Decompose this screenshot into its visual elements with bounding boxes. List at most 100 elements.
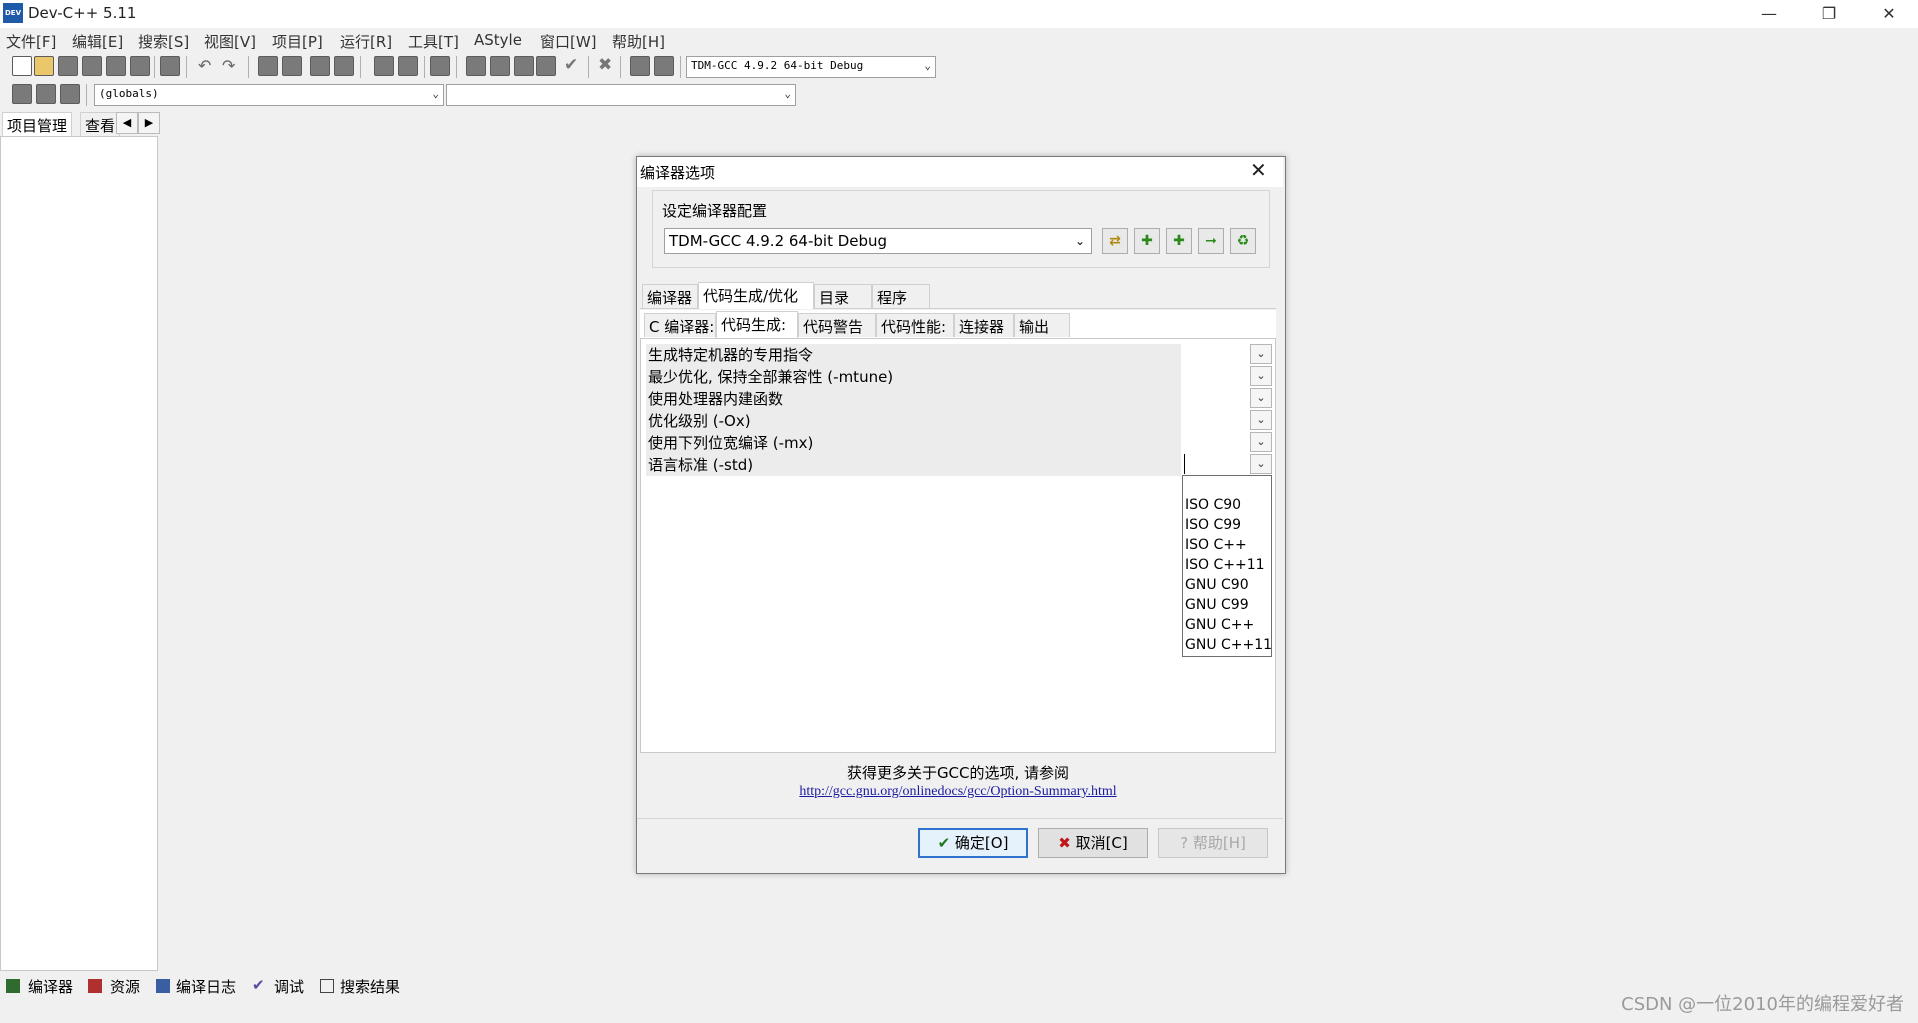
subtab-output[interactable]: 输出 bbox=[1014, 313, 1070, 337]
dialog-footer-divider bbox=[637, 818, 1283, 819]
option-dropdown-button[interactable]: ⌄ bbox=[1250, 432, 1272, 452]
minimize-button[interactable]: — bbox=[1746, 2, 1792, 26]
profile-icon[interactable] bbox=[654, 56, 674, 76]
tab-debug[interactable]: 调试 bbox=[274, 976, 304, 997]
compiler-config-value: TDM-GCC 4.9.2 64-bit Debug bbox=[669, 232, 888, 250]
scope-select[interactable]: (globals) ⌄ bbox=[94, 84, 444, 106]
dropdown-option[interactable]: GNU C++11 bbox=[1185, 637, 1272, 653]
option-label: 语言标准 (-std) bbox=[646, 454, 1181, 476]
dropdown-option[interactable]: GNU C++ bbox=[1185, 617, 1254, 633]
new-file-icon[interactable] bbox=[12, 56, 32, 76]
tab-compile-log[interactable]: 编译日志 bbox=[176, 976, 236, 997]
add-config-from-folder-icon[interactable]: ✚ bbox=[1166, 228, 1192, 254]
scroll-left-icon[interactable]: ◀ bbox=[116, 112, 138, 134]
stop-execution-icon[interactable]: ✖ bbox=[598, 55, 612, 75]
toolbar-separator bbox=[620, 56, 621, 78]
tab-compiler[interactable]: 编译器 bbox=[28, 976, 73, 997]
subtab-code-warnings[interactable]: 代码警告 bbox=[798, 313, 876, 337]
goto-line-icon[interactable] bbox=[430, 56, 450, 76]
redo-icon[interactable]: ↷ bbox=[222, 56, 235, 75]
subtab-code-generation[interactable]: 代码生成: bbox=[716, 311, 798, 338]
menu-view[interactable]: 视图[V] bbox=[204, 31, 256, 52]
menu-search[interactable]: 搜索[S] bbox=[138, 31, 189, 52]
dropdown-option[interactable]: ISO C++ bbox=[1185, 537, 1247, 553]
syntax-check-icon[interactable]: ✔ bbox=[564, 55, 578, 75]
dropdown-option[interactable]: ISO C++11 bbox=[1185, 557, 1265, 573]
tab-search-results[interactable]: 搜索结果 bbox=[340, 976, 400, 997]
insert-icon[interactable] bbox=[12, 84, 32, 104]
open-file-icon[interactable] bbox=[34, 56, 54, 76]
rename-config-icon[interactable]: ⇄ bbox=[1102, 228, 1128, 254]
run-icon[interactable] bbox=[490, 56, 510, 76]
close-file-icon[interactable] bbox=[106, 56, 126, 76]
indent-icon[interactable] bbox=[258, 56, 278, 76]
tab-directories[interactable]: 目录 bbox=[814, 284, 872, 308]
tab-project-manager[interactable]: 项目管理 bbox=[2, 112, 73, 136]
compiler-config-select[interactable]: TDM-GCC 4.9.2 64-bit Debug ⌄ bbox=[664, 228, 1092, 254]
member-select[interactable]: ⌄ bbox=[446, 84, 796, 106]
gcc-info-text: 获得更多关于GCC的选项, 请参阅 bbox=[846, 764, 1070, 782]
find-configs-icon[interactable]: ➞ bbox=[1198, 228, 1224, 254]
menu-tools[interactable]: 工具[T] bbox=[408, 31, 459, 52]
dialog-close-icon[interactable]: ✕ bbox=[1250, 158, 1267, 182]
replace-icon[interactable] bbox=[398, 56, 418, 76]
menu-astyle[interactable]: AStyle bbox=[474, 31, 522, 49]
debug-icon[interactable] bbox=[630, 56, 650, 76]
option-dropdown-button[interactable]: ⌄ bbox=[1250, 410, 1272, 430]
option-label: 最少优化, 保持全部兼容性 (-mtune) bbox=[646, 366, 1181, 388]
uncomment-icon[interactable] bbox=[60, 84, 80, 104]
delete-config-icon[interactable]: ♻ bbox=[1230, 228, 1256, 254]
toggle-bookmark-icon[interactable] bbox=[310, 56, 330, 76]
restore-button[interactable]: ❐ bbox=[1806, 2, 1852, 26]
option-dropdown-button[interactable]: ⌄ bbox=[1250, 366, 1272, 386]
option-dropdown-button[interactable]: ⌄ bbox=[1250, 388, 1272, 408]
cancel-button[interactable]: ✖ 取消[C] bbox=[1038, 828, 1148, 858]
tab-resources[interactable]: 资源 bbox=[110, 976, 140, 997]
save-icon[interactable] bbox=[58, 56, 78, 76]
dropdown-option[interactable]: ISO C90 bbox=[1185, 497, 1241, 513]
find-icon[interactable] bbox=[374, 56, 394, 76]
unindent-icon[interactable] bbox=[282, 56, 302, 76]
compile-log-icon bbox=[156, 979, 170, 993]
menu-run[interactable]: 运行[R] bbox=[340, 31, 392, 52]
tab-codegen-optimize[interactable]: 代码生成/优化 bbox=[698, 282, 814, 309]
toggle-comment-icon[interactable] bbox=[36, 84, 56, 104]
app-icon: DEV bbox=[3, 3, 23, 23]
scroll-right-icon[interactable]: ▶ bbox=[138, 112, 160, 134]
close-all-icon[interactable] bbox=[130, 56, 150, 76]
menu-project[interactable]: 项目[P] bbox=[272, 31, 323, 52]
menu-edit[interactable]: 编辑[E] bbox=[72, 31, 123, 52]
project-tree-panel[interactable] bbox=[0, 136, 158, 971]
gcc-options-link[interactable]: http://gcc.gnu.org/onlinedocs/gcc/Option… bbox=[640, 784, 1276, 800]
ok-button-label: 确定[O] bbox=[954, 834, 1009, 852]
dropdown-option[interactable]: GNU C90 bbox=[1185, 577, 1249, 593]
menu-window[interactable]: 窗口[W] bbox=[540, 31, 597, 52]
undo-icon[interactable]: ↶ bbox=[198, 56, 211, 75]
subtab-code-profiling[interactable]: 代码性能: bbox=[876, 313, 954, 337]
close-window-button[interactable]: ✕ bbox=[1866, 2, 1912, 26]
dropdown-option[interactable]: ISO C99 bbox=[1185, 517, 1241, 533]
resources-icon bbox=[88, 979, 102, 993]
add-empty-config-icon[interactable]: ✚ bbox=[1134, 228, 1160, 254]
option-dropdown-button[interactable]: ⌄ bbox=[1250, 344, 1272, 364]
menu-help[interactable]: 帮助[H] bbox=[612, 31, 665, 52]
help-button[interactable]: ? 帮助[H] bbox=[1158, 828, 1268, 858]
subtab-c-compiler[interactable]: C 编译器: bbox=[644, 313, 716, 337]
goto-bookmark-icon[interactable] bbox=[334, 56, 354, 76]
save-all-icon[interactable] bbox=[82, 56, 102, 76]
dropdown-option[interactable]: GNU C99 bbox=[1185, 597, 1249, 613]
compiler-select-value: TDM-GCC 4.9.2 64-bit Debug bbox=[691, 59, 864, 72]
option-dropdown-button[interactable]: ⌄ bbox=[1250, 454, 1272, 474]
tab-programs[interactable]: 程序 bbox=[872, 284, 930, 308]
subtab-linker[interactable]: 连接器 bbox=[954, 313, 1014, 337]
window-title: Dev-C++ 5.11 bbox=[28, 4, 137, 22]
tab-view[interactable]: 查看 bbox=[80, 112, 121, 136]
print-icon[interactable] bbox=[160, 56, 180, 76]
compiler-select[interactable]: TDM-GCC 4.9.2 64-bit Debug ⌄ bbox=[686, 56, 936, 78]
ok-button[interactable]: ✔ 确定[O] bbox=[918, 828, 1028, 858]
rebuild-all-icon[interactable] bbox=[536, 56, 556, 76]
compile-run-icon[interactable] bbox=[514, 56, 534, 76]
compile-icon[interactable] bbox=[466, 56, 486, 76]
menu-file[interactable]: 文件[F] bbox=[6, 31, 56, 52]
tab-compiler-main[interactable]: 编译器 bbox=[642, 284, 698, 308]
